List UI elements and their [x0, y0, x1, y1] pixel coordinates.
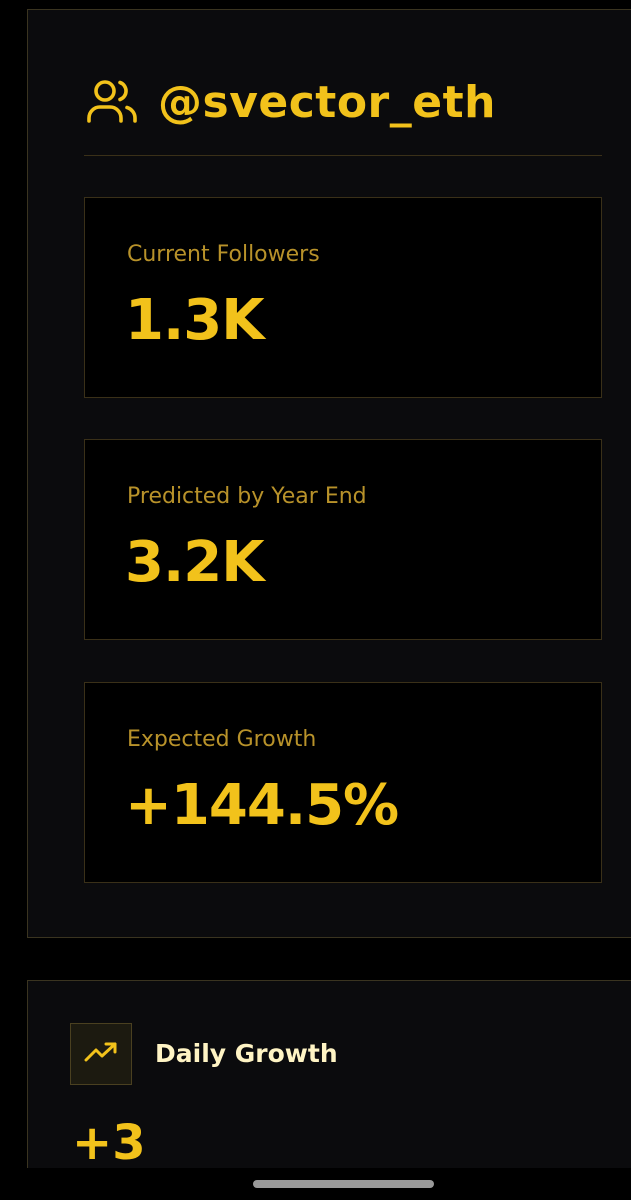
daily-growth-card: Daily Growth +3	[27, 980, 631, 1200]
stat-label: Expected Growth	[127, 727, 317, 752]
stat-value: 1.3K	[125, 288, 265, 353]
growth-icon-box	[70, 1023, 132, 1085]
stat-label: Predicted by Year End	[127, 484, 367, 509]
stat-label: Current Followers	[127, 242, 320, 267]
stat-card-predicted-year-end: Predicted by Year End 3.2K	[84, 439, 602, 640]
stat-card-expected-growth: Expected Growth +144.5%	[84, 682, 602, 883]
header-divider	[84, 155, 602, 156]
stat-value: 3.2K	[125, 530, 265, 595]
profile-handle: @svector_eth	[158, 76, 496, 128]
profile-card: @svector_eth Current Followers 1.3K Pred…	[27, 9, 631, 938]
stat-card-current-followers: Current Followers 1.3K	[84, 197, 602, 398]
users-icon	[84, 74, 140, 130]
home-indicator[interactable]	[253, 1180, 434, 1188]
daily-growth-title: Daily Growth	[155, 1039, 338, 1068]
profile-header: @svector_eth	[84, 70, 604, 134]
stat-value: +144.5%	[125, 773, 399, 838]
page: @svector_eth Current Followers 1.3K Pred…	[0, 0, 631, 1200]
trending-up-icon	[84, 1041, 118, 1067]
daily-growth-value: +3	[72, 1115, 146, 1171]
